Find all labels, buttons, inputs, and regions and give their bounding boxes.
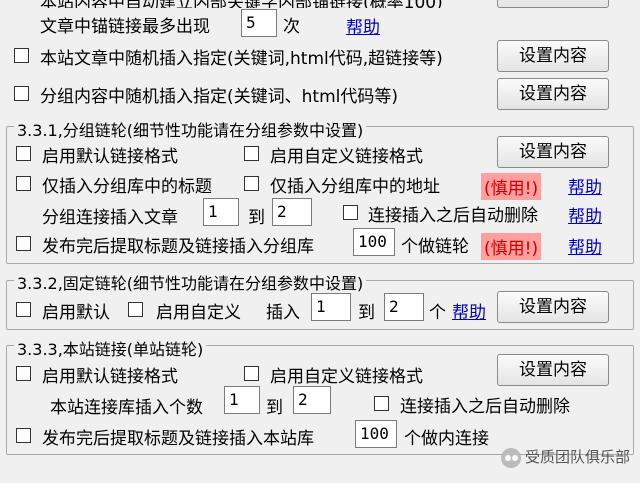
fixed-custom-checkbox[interactable] [128,302,143,317]
group-insert-from-input[interactable]: 1 [203,198,239,226]
fixed-from-input[interactable]: 1 [311,293,351,321]
max-anchor-label: 文章中锚链接最多出现 [40,17,210,37]
group-insert-settings-button[interactable]: 设置内容 [497,78,609,110]
fixed-link-title: 3.3.2,固定链轮(细节性功能请在分组参数中设置) [14,270,367,294]
max-anchor-input[interactable]: 5 [241,9,277,37]
to-label: 到 [358,303,375,323]
random-insert-settings-button[interactable]: 设置内容 [497,40,609,72]
watermark: 受质团队俱乐部 [500,446,630,468]
wechat-icon [500,447,521,468]
caution-badge: (慎用!) [481,173,542,200]
site-insert-count-label: 本站连接库插入个数 [50,398,203,418]
group-default-format-label: 启用默认链接格式 [42,147,178,167]
fixed-link-settings-button[interactable]: 设置内容 [497,291,609,323]
group-delete-after-checkbox[interactable] [343,205,358,220]
watermark-text: 受质团队俱乐部 [524,448,630,466]
help-link[interactable]: 帮助 [568,233,602,258]
site-default-format-label: 启用默认链接格式 [42,367,178,387]
group-custom-format-label: 启用自定义链接格式 [270,147,423,167]
fixed-unit-label: 个 [429,303,446,323]
site-link-settings-button[interactable]: 设置内容 [497,354,609,386]
group-delete-after-label: 连接插入之后自动删除 [368,206,538,226]
site-delete-after-checkbox[interactable] [374,396,389,411]
site-insert-to-input[interactable]: 2 [293,386,331,414]
site-custom-format-checkbox[interactable] [244,366,259,381]
to-label: 到 [266,398,283,418]
fixed-default-label: 启用默认 [42,303,110,323]
group-publish-count-unit: 个做链轮 [401,237,469,257]
group-publish-label: 发布完后提取标题及链接插入分组库 [42,237,314,257]
site-publish-count-input[interactable]: 100 [355,420,397,448]
cut-off-button[interactable]: 设置内容 [497,0,609,8]
group-insert-checkbox[interactable] [14,86,29,101]
help-link[interactable]: 帮助 [568,173,602,198]
group-insert-label: 分组内容中随机插入指定(关键词、html代码等) [40,87,398,107]
cut-off-row: 本站内容中自动建立内部关键字内部锚链接(概率100) 设置内容 [0,0,640,8]
fixed-insert-label: 插入 [266,303,300,323]
site-publish-count-unit: 个做内连接 [404,429,489,449]
help-link[interactable]: 帮助 [452,298,486,323]
random-insert-label: 本站文章中随机插入指定(关键词,html代码,超链接等) [40,49,443,69]
only-url-checkbox[interactable] [244,176,259,191]
cut-off-text: 本站内容中自动建立内部关键字内部锚链接(概率100) [40,0,443,8]
group-insert-to-input[interactable]: 2 [272,198,312,226]
site-link-title: 3.3.3,本站链接(单站链轮) [14,336,207,360]
help-link[interactable]: 帮助 [346,13,380,38]
fixed-custom-label: 启用自定义 [156,303,241,323]
max-anchor-unit: 次 [283,17,300,37]
group-default-format-checkbox[interactable] [16,146,31,161]
group-publish-count-input[interactable]: 100 [353,228,395,256]
only-title-checkbox[interactable] [16,176,31,191]
to-label: 到 [248,208,265,228]
help-link[interactable]: 帮助 [568,202,602,227]
fixed-to-input[interactable]: 2 [384,293,424,321]
group-link-settings-button[interactable]: 设置内容 [497,136,609,168]
site-default-format-checkbox[interactable] [16,366,31,381]
site-delete-after-label: 连接插入之后自动删除 [400,397,570,417]
only-url-label: 仅插入分组库中的地址 [270,177,440,197]
site-publish-checkbox[interactable] [16,428,31,443]
random-insert-checkbox[interactable] [14,48,29,63]
group-custom-format-checkbox[interactable] [244,146,259,161]
group-insert-range-label: 分组连接插入文章 [42,208,178,228]
site-insert-from-input[interactable]: 1 [224,386,260,414]
group-publish-checkbox[interactable] [16,236,31,251]
site-publish-label: 发布完后提取标题及链接插入本站库 [42,429,314,449]
only-title-label: 仅插入分组库中的标题 [42,177,212,197]
caution-badge: (慎用!) [481,233,542,260]
group-link-title: 3.3.1,分组链轮(细节性功能请在分组参数中设置) [14,117,367,141]
fixed-default-checkbox[interactable] [16,302,31,317]
site-custom-format-label: 启用自定义链接格式 [270,367,423,387]
